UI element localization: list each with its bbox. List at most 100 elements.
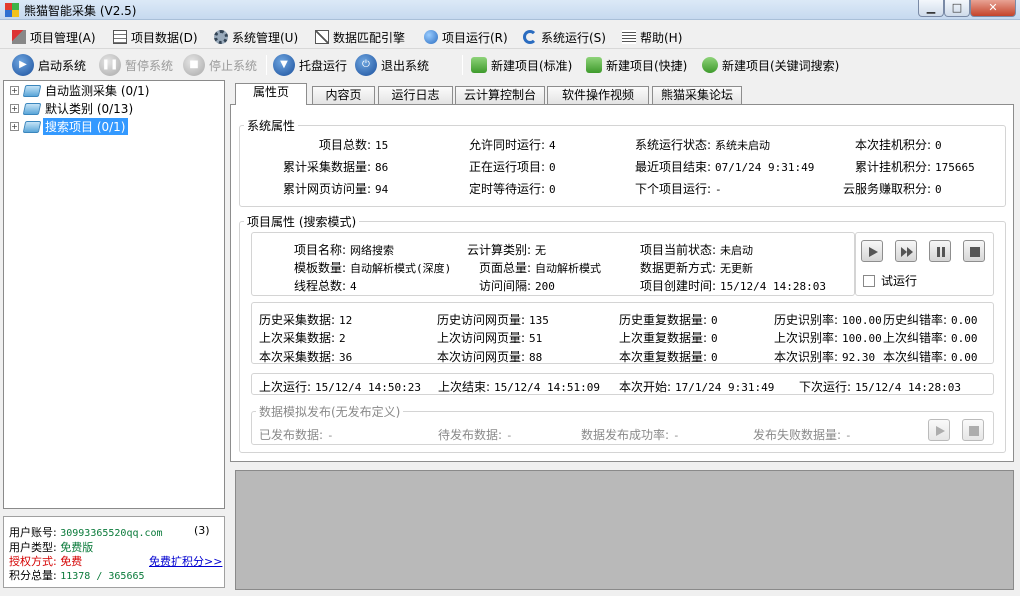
toolbar-separator [462,55,463,75]
menu-system-manage[interactable]: 系统管理(U) [214,28,298,46]
publish-start-button[interactable] [928,419,950,441]
run-time-value: 15/12/4 14:28:03 [855,381,962,394]
project-stat: 上次识别率: 100.00 [774,329,882,346]
menu-data-matching-engine[interactable]: 数据匹配引擎 [315,28,405,46]
publish-item-label: 待发布数据: [438,428,503,442]
project-info-label: 线程总数: [294,279,347,293]
trial-run-label: 试运行 [881,274,918,288]
menu-project-manage[interactable]: 项目管理(A) [12,28,96,46]
project-info-label: 项目当前状态: [640,243,717,257]
project-info: 数据更新方式: 无更新 [640,259,753,276]
project-stat-value: 0 [711,332,718,345]
trial-run-checkbox-row[interactable]: 试运行 [863,272,917,289]
pause-icon: ❚❚ [99,54,121,76]
system-attr-label: 下个项目运行: [635,182,712,196]
project-stat: 历史重复数据量: 0 [619,311,718,328]
project-stat-value: 0.00 [951,314,978,327]
pause-system-button[interactable]: ❚❚ 暂停系统 [99,53,173,77]
menu-help[interactable]: 帮助(H) [622,28,682,46]
tools-icon [12,30,26,44]
tab-cloud-console[interactable]: 云计算控制台 [455,86,545,104]
play-icon: ▶ [12,54,34,76]
system-attr-label: 本次挂机积分: [855,138,932,152]
menu-project-run[interactable]: 项目运行(R) [424,28,508,46]
tab-content[interactable]: 内容页 [312,86,375,104]
project-stop-button[interactable] [963,240,985,262]
system-attr-value: 0 [549,161,556,174]
system-attr-label: 正在运行项目: [469,160,546,174]
menu-project-data[interactable]: 项目数据(D) [113,28,198,46]
tab-tutorial-videos[interactable]: 软件操作视频 [547,86,649,104]
project-fast-forward-button[interactable] [895,240,917,262]
power-icon: ⏻ [355,54,377,76]
project-stat: 上次重复数据量: 0 [619,329,718,346]
system-attr-label: 定时等待运行: [469,182,546,196]
system-attr-label: 云服务赚取积分: [843,182,932,196]
stop-icon [970,247,980,257]
run-time-label: 本次开始: [619,380,672,394]
maximize-button[interactable]: □ [944,0,970,17]
expand-icon[interactable]: + [10,104,19,113]
system-attr-label: 允许同时运行: [469,138,546,152]
project-stat: 上次采集数据: 2 [259,329,346,346]
fast-forward-icon [901,247,913,257]
system-attr: 累计网页访问量: 94 [283,180,388,197]
tab-forum[interactable]: 熊猫采集论坛 [652,86,742,104]
menu-system-run[interactable]: 系统运行(S) [523,28,606,46]
system-attr: 累计挂机积分: 175665 [855,158,975,175]
publish-item-value: - [327,429,334,442]
new-project-keyword-button[interactable]: 新建项目(关键词搜索) [702,53,839,77]
system-attr-value: 15 [375,139,389,152]
trial-run-checkbox[interactable] [863,274,875,287]
project-stat-value: 92.30 [842,351,876,364]
project-info-value: 200 [535,280,555,293]
tray-icon: ▼ [273,54,295,76]
project-stat-value: 100.00 [842,314,882,327]
run-time-value: 15/12/4 14:50:23 [315,381,422,394]
tree-item-default-category[interactable]: + 默认类别 (0/13) [10,100,135,117]
start-system-button[interactable]: ▶ 启动系统 [12,53,86,77]
system-attr-label: 累计网页访问量: [283,182,372,196]
expand-icon[interactable]: + [10,122,19,131]
tab-run-log[interactable]: 运行日志 [378,86,453,104]
project-stat-label: 本次访问网页量: [437,350,526,364]
new-project-icon [586,57,602,73]
toolbar: ▶ 启动系统 ❚❚ 暂停系统 ■ 停止系统 ▼ 托盘运行 ⏻ 退出系统 新建项目(标准) … [0,50,1020,80]
project-info-value: 4 [350,280,357,293]
system-attr-value: - [715,183,722,196]
new-project-quick-button[interactable]: 新建项目(快捷) [586,53,687,77]
publish-item-label: 已发布数据: [259,428,324,442]
project-info: 项目名称: 网络搜索 [294,241,394,258]
project-stat-label: 上次采集数据: [259,331,336,345]
category-tree[interactable]: + 自动监测采集 (0/1) + 默认类别 (0/13) + 搜索项目 (0/1) [3,80,225,509]
project-info: 线程总数: 4 [294,277,357,294]
user-account-count: (3) [194,524,210,537]
minimize-button[interactable]: ▁ [918,0,944,17]
play-icon [869,247,878,257]
publish-item-label: 发布失败数据量: [753,428,842,442]
exit-system-button[interactable]: ⏻ 退出系统 [355,53,429,77]
system-attr-value: 175665 [935,161,975,174]
stop-system-button[interactable]: ■ 停止系统 [183,53,257,77]
close-button[interactable]: ✕ [970,0,1016,17]
tray-run-button[interactable]: ▼ 托盘运行 [273,53,347,77]
run-time-label: 上次结束: [438,380,491,394]
tab-properties[interactable]: 属性页 [235,83,307,105]
tree-item-search-project[interactable]: + 搜索项目 (0/1) [10,118,128,135]
new-project-standard-button[interactable]: 新建项目(标准) [471,53,572,77]
project-start-button[interactable] [861,240,883,262]
project-info-label: 访问间隔: [479,279,532,293]
project-stat-label: 历史重复数据量: [619,313,708,327]
system-attr: 云服务赚取积分: 0 [843,180,942,197]
tree-item-auto-monitor[interactable]: + 自动监测采集 (0/1) [10,82,152,99]
project-pause-button[interactable] [929,240,951,262]
system-attr-value: 07/1/24 9:31:49 [715,161,815,174]
expand-points-link[interactable]: 免费扩积分>> [149,553,222,569]
project-stat-label: 本次采集数据: [259,350,336,364]
expand-icon[interactable]: + [10,86,19,95]
system-attr: 系统运行状态: 系统未启动 [635,136,770,153]
chart-icon [315,30,329,44]
publish-stop-button[interactable] [962,419,984,441]
project-stat-value: 36 [339,351,353,364]
system-attr-label: 累计挂机积分: [855,160,932,174]
